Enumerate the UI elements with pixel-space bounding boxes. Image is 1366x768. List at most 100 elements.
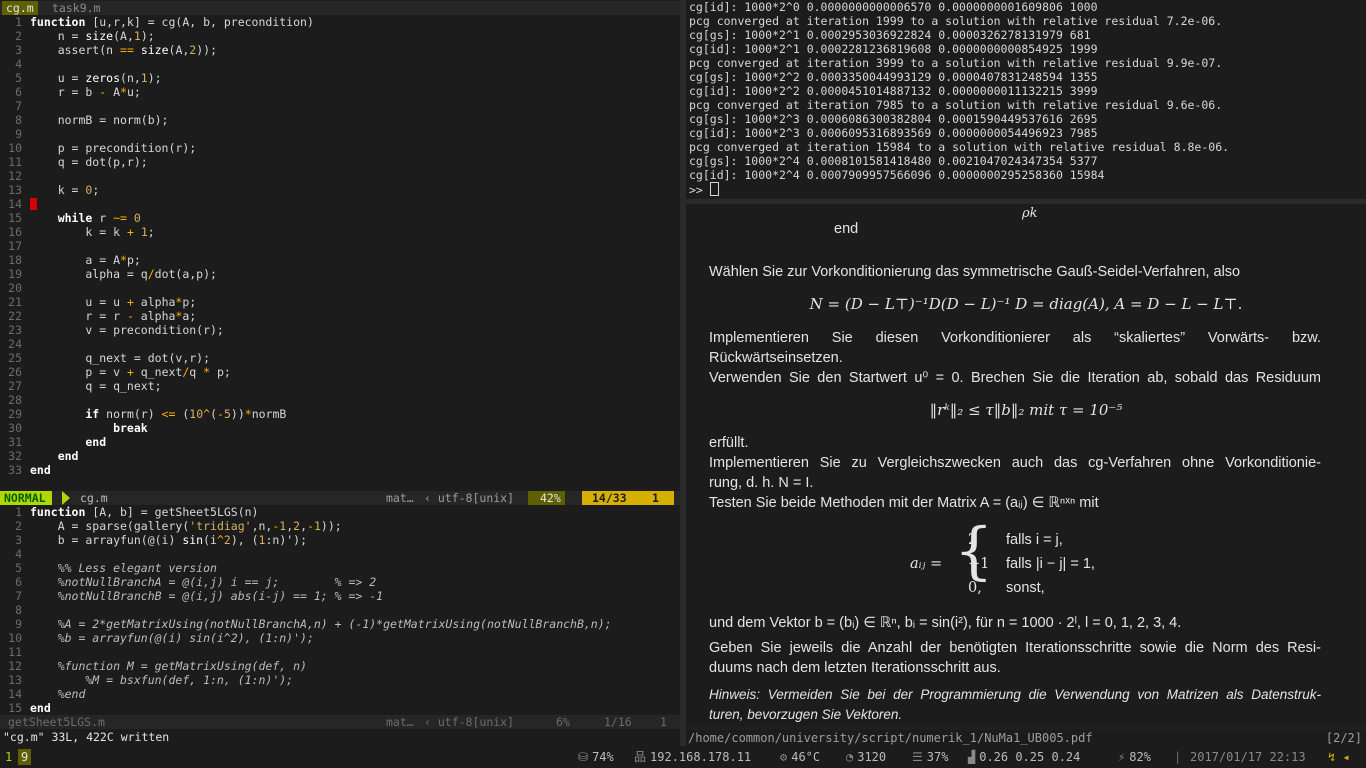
line-number: 16 — [8, 225, 22, 239]
code-token: assert(n — [30, 43, 121, 57]
status-encoding: ‹ utf-8[unix] — [424, 491, 515, 505]
cpu-value: 3120 — [857, 750, 887, 764]
code-line[interactable]: 10 %b = arrayfun(@(i) sin(i^2), (1:n)'); — [0, 631, 680, 645]
status-filename: cg.m — [80, 491, 108, 505]
tab-cg[interactable]: cg.m — [2, 1, 38, 15]
tray-icons[interactable]: ↯ ◂ — [1328, 746, 1350, 768]
pdf-paragraph-8b: duums nach dem letzten Iterationsschritt… — [709, 660, 1001, 676]
code-line[interactable]: 3 assert(n == size(A,2)); — [0, 43, 680, 57]
code-line[interactable]: 17 — [0, 239, 680, 253]
code-text: %function M = getMatrixUsing(def, n) — [30, 659, 307, 673]
code-line[interactable]: 33 end — [0, 463, 680, 477]
code-pane-cg[interactable]: 1 function [u,r,k] = cg(A, b, preconditio… — [0, 15, 680, 477]
pdf-case3-cond: sonst, — [1006, 580, 1045, 596]
code-line[interactable]: 30 break — [0, 421, 680, 435]
mem-value: 37% — [926, 750, 949, 764]
terminal-line: pcg converged at iteration 1999 to a sol… — [689, 14, 1223, 28]
octave-terminal[interactable]: cg[id]: 1000*2^0 0.0000000000006570 0.00… — [686, 0, 1366, 198]
terminal-prompt-line[interactable]: >> — [686, 182, 1366, 197]
code-token: 10 — [189, 407, 204, 421]
code-line[interactable]: 22 r = r - alpha*a; — [0, 309, 680, 323]
code-text: function [A, b] = getSheet5LGS(n) — [30, 505, 258, 519]
vim-cmdline[interactable]: "cg.m" 33L, 422C written — [3, 730, 169, 744]
line-number: 10 — [8, 631, 22, 645]
code-line[interactable]: 21 u = u + alpha*p; — [0, 295, 680, 309]
code-pane-getsheet[interactable]: 1 function [A, b] = getSheet5LGS(n) 2 A = … — [0, 505, 680, 715]
code-token: alpha — [133, 295, 176, 309]
code-line[interactable]: 7 %notNullBranchB = @(i,j) abs(i-j) == 1… — [0, 589, 680, 603]
code-line[interactable]: 7 — [0, 99, 680, 113]
code-line[interactable]: 2 A = sparse(gallery('tridiag',n,-1,2,-1… — [0, 519, 680, 533]
code-line[interactable]: 6 %notNullBranchA = @(i,j) i == j; % => … — [0, 575, 680, 589]
code-line[interactable]: 18 a = A*p; — [0, 253, 680, 267]
code-line[interactable]: 20 — [0, 281, 680, 295]
code-line[interactable]: 1 function [A, b] = getSheet5LGS(n) — [0, 505, 680, 519]
code-line[interactable]: 10 p = precondition(r); — [0, 141, 680, 155]
code-line[interactable]: 5 u = zeros(n,1); — [0, 71, 680, 85]
code-line[interactable]: 14 %end — [0, 687, 680, 701]
status-col-inactive: 1 — [660, 715, 667, 729]
code-line[interactable]: 8 normB = norm(b); — [0, 113, 680, 127]
line-number: 14 — [8, 197, 22, 211]
pdf-paragraph-2b: Rückwärtseinsetzen. — [709, 350, 843, 366]
code-token: normB = norm(b); — [30, 113, 169, 127]
pdf-equation-2: ‖rᵏ‖₂ ≤ τ‖b‖₂ mit τ = 10⁻⁵ — [929, 401, 1123, 419]
code-line[interactable]: 11 q = dot(p,r); — [0, 155, 680, 169]
code-token: %A = 2*getMatrixUsing(notNullBranchA,n) … — [30, 617, 612, 631]
code-line[interactable]: 27 q = q_next; — [0, 379, 680, 393]
code-line[interactable]: 9 — [0, 127, 680, 141]
code-line[interactable]: 3 b = arrayfun(@(i) sin(i^2), (1:n)'); — [0, 533, 680, 547]
line-number: 15 — [8, 701, 22, 715]
line-number: 5 — [15, 71, 22, 85]
code-line[interactable]: 4 — [0, 57, 680, 71]
code-line[interactable]: 6 r = b - A*u; — [0, 85, 680, 99]
code-token: , — [300, 519, 308, 533]
workspace-1[interactable]: 1 — [2, 749, 15, 765]
code-text: q = dot(p,r); — [30, 155, 148, 169]
code-line[interactable]: 12 — [0, 169, 680, 183]
code-line[interactable]: 4 — [0, 547, 680, 561]
code-line[interactable]: 23 v = precondition(r); — [0, 323, 680, 337]
code-line[interactable]: 11 — [0, 645, 680, 659]
code-token: while — [30, 211, 93, 225]
code-line[interactable]: 15 while r ~= 0 — [0, 211, 680, 225]
code-line[interactable]: 14 — [0, 197, 680, 211]
line-number: 7 — [15, 589, 22, 603]
code-line[interactable]: 8 — [0, 603, 680, 617]
code-line[interactable]: 19 alpha = q/dot(a,p); — [0, 267, 680, 281]
code-line[interactable]: 2 n = size(A,1); — [0, 29, 680, 43]
status-line-col-inactive: 1/16 — [604, 715, 632, 729]
tab-task9[interactable]: task9.m — [48, 1, 104, 15]
line-number: 11 — [8, 155, 22, 169]
code-line[interactable]: 24 — [0, 337, 680, 351]
vim-editor[interactable]: cg.m task9.m 1 function [u,r,k] = cg(A, b… — [0, 0, 680, 746]
battery-status: ⚡ 82% — [1118, 746, 1151, 768]
code-line[interactable]: 28 — [0, 393, 680, 407]
code-text: r = b - A*u; — [30, 85, 141, 99]
pdf-page-indicator: [2/2] — [1325, 731, 1362, 745]
line-number: 4 — [15, 57, 22, 71]
code-line[interactable]: 15 end — [0, 701, 680, 715]
status-encoding-inactive-value: utf-8[unix] — [437, 715, 515, 729]
code-token: u; — [126, 85, 141, 99]
code-token: p = precondition(r); — [30, 141, 197, 155]
code-token: 5 — [223, 407, 231, 421]
code-line[interactable]: 12 %function M = getMatrixUsing(def, n) — [0, 659, 680, 673]
pdf-viewer[interactable]: ρk end Wählen Sie zur Vorkonditionierung… — [686, 204, 1366, 726]
code-line[interactable]: 32 end — [0, 449, 680, 463]
code-line[interactable]: 25 q_next = dot(v,r); — [0, 351, 680, 365]
code-line[interactable]: 26 p = v + q_next/q * p; — [0, 365, 680, 379]
code-token: + — [126, 365, 134, 379]
code-line[interactable]: 29 if norm(r) <= (10^(-5))*normB — [0, 407, 680, 421]
code-token: q = dot(p,r); — [30, 155, 148, 169]
code-line[interactable]: 9 %A = 2*getMatrixUsing(notNullBranchA,n… — [0, 617, 680, 631]
code-line[interactable]: 13 k = 0; — [0, 183, 680, 197]
workspace-9[interactable]: 9 — [18, 749, 32, 765]
code-token: break — [30, 421, 148, 435]
code-line[interactable]: 13 %M = bsxfun(def, 1:n, (1:n)'); — [0, 673, 680, 687]
code-line[interactable]: 5 %% Less elegant version — [0, 561, 680, 575]
code-line[interactable]: 16 k = k + 1; — [0, 225, 680, 239]
code-line[interactable]: 1 function [u,r,k] = cg(A, b, preconditio… — [0, 15, 680, 29]
code-line[interactable]: 31 end — [0, 435, 680, 449]
